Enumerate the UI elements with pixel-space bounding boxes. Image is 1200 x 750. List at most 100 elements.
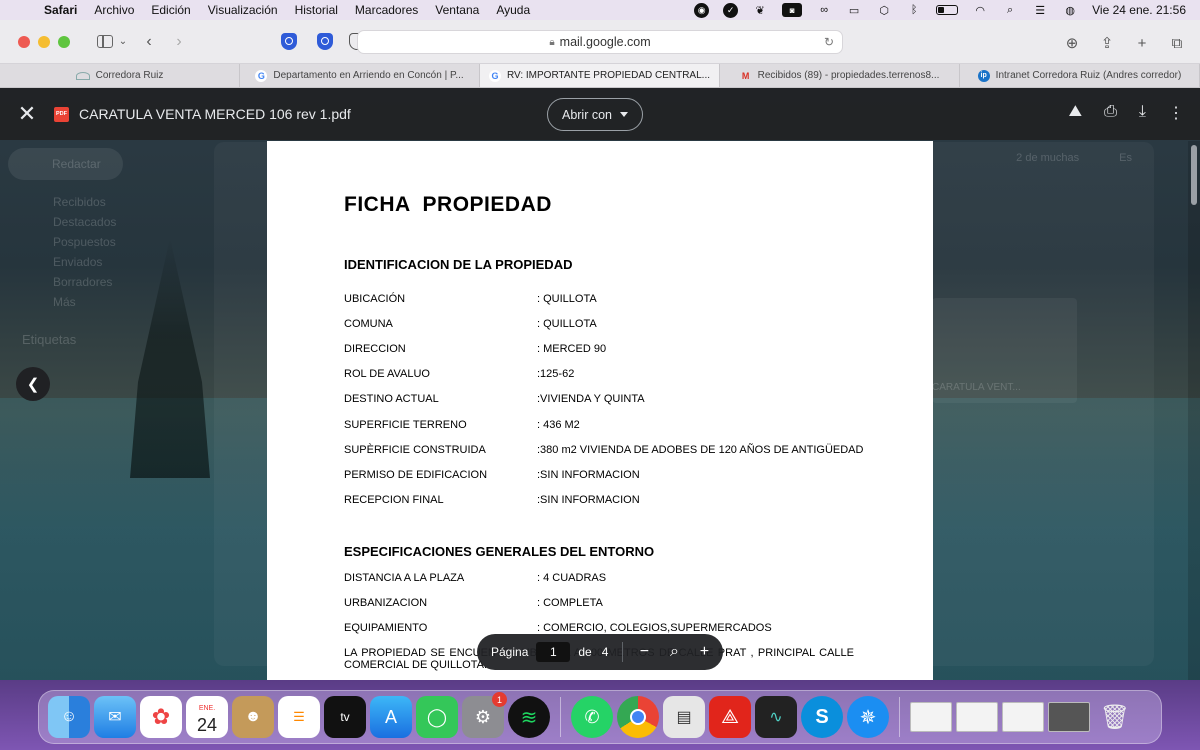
downloads-icon[interactable]: ⊕ bbox=[1061, 32, 1083, 54]
dock-divider bbox=[899, 697, 900, 737]
fullscreen-window-button[interactable] bbox=[58, 35, 70, 48]
menu-historial[interactable]: Historial bbox=[295, 3, 338, 17]
contacts-icon[interactable]: ☻ bbox=[232, 696, 274, 738]
add-to-drive-icon[interactable]: ⛰︎ bbox=[1069, 103, 1082, 123]
trash-icon[interactable]: 🗑︎ bbox=[1094, 696, 1136, 738]
tab-rv-importante[interactable]: G RV: IMPORTANTE PROPIEDAD CENTRAL... bbox=[480, 64, 720, 87]
safari-icon[interactable]: ✵ bbox=[847, 696, 889, 738]
status-shield-icon[interactable]: ◉ bbox=[694, 2, 710, 18]
tab-recibidos[interactable]: M Recibidos (89) - propiedades.terrenos8.… bbox=[720, 64, 960, 87]
page-label: Página bbox=[491, 645, 529, 659]
battery-icon[interactable] bbox=[936, 5, 959, 15]
reload-icon[interactable]: ↻ bbox=[824, 35, 834, 49]
status-briefcase-icon[interactable]: ▭ bbox=[846, 3, 862, 17]
tab-intranet[interactable]: ip Intranet Corredora Ruiz (Andres corred… bbox=[960, 64, 1200, 87]
more-options-icon[interactable]: ⋮ bbox=[1168, 103, 1184, 123]
download-icon[interactable]: ⤓ bbox=[1139, 103, 1146, 123]
row-value: : QUILLOTA bbox=[537, 318, 597, 330]
row-key: UBICACIÓN bbox=[344, 293, 406, 305]
spotify-icon[interactable]: ≋ bbox=[508, 696, 550, 738]
print-icon[interactable]: ⎙ bbox=[1104, 103, 1117, 123]
tab-departamento[interactable]: G Departamento en Arriendo en Concón | P.… bbox=[240, 64, 480, 87]
status-paw-icon[interactable]: ❦ bbox=[752, 3, 768, 17]
status-creative-cloud-icon[interactable]: ∞ bbox=[816, 3, 832, 17]
extension-shield-2-button[interactable] bbox=[314, 31, 336, 53]
recent-window-thumbnail[interactable] bbox=[956, 702, 998, 732]
attachment-name: CARATULA VENT... bbox=[932, 382, 1021, 393]
menu-visualizacion[interactable]: Visualización bbox=[208, 3, 278, 17]
bluetooth-icon[interactable]: ᛒ bbox=[906, 3, 922, 17]
data-row: SUPERFICIE TERRENO: 436 M2 bbox=[344, 419, 904, 433]
dock-divider bbox=[560, 697, 561, 737]
address-bar[interactable]: 🔒︎ mail.google.com ↻ bbox=[357, 30, 843, 54]
tab-group-chevron-icon[interactable]: ⌄ bbox=[116, 31, 130, 53]
folder-sent: Enviados bbox=[53, 255, 103, 269]
close-viewer-icon[interactable]: ✕ bbox=[0, 101, 54, 127]
system-settings-icon[interactable]: ⚙ 1 bbox=[462, 692, 507, 738]
app-store-icon[interactable]: A bbox=[370, 696, 412, 738]
row-value: :SIN INFORMACION bbox=[537, 469, 640, 481]
minimize-window-button[interactable] bbox=[38, 35, 50, 48]
extension-shield-button[interactable] bbox=[278, 31, 300, 53]
data-row: RECEPCION FINAL:SIN INFORMACION bbox=[344, 494, 904, 508]
mail-icon[interactable]: ✉ bbox=[94, 696, 136, 738]
open-with-button[interactable]: Abrir con bbox=[547, 98, 643, 131]
close-window-button[interactable] bbox=[18, 35, 30, 48]
menu-app-name[interactable]: Safari bbox=[44, 3, 77, 17]
zoom-out-icon[interactable]: − bbox=[635, 643, 653, 661]
whatsapp-icon[interactable]: ✆ bbox=[571, 696, 613, 738]
finder-icon[interactable]: ☺ bbox=[48, 696, 90, 738]
wifi-icon[interactable]: ◠ bbox=[972, 3, 988, 17]
divider bbox=[622, 642, 624, 662]
back-button[interactable]: ‹ bbox=[138, 31, 160, 53]
messages-icon[interactable]: ◯ bbox=[416, 696, 458, 738]
menu-marcadores[interactable]: Marcadores bbox=[355, 3, 418, 17]
status-check-icon[interactable]: ✓ bbox=[723, 2, 739, 18]
pagination-text: 2 de muchas bbox=[1016, 152, 1080, 164]
folder-snoozed: Pospuestos bbox=[53, 235, 116, 249]
control-center-icon[interactable]: ☰ bbox=[1032, 3, 1048, 17]
new-tab-icon[interactable]: + bbox=[1131, 32, 1153, 54]
share-icon[interactable]: ⇪ bbox=[1096, 32, 1118, 54]
data-row: DISTANCIA A LA PLAZA: 4 CUADRAS bbox=[344, 572, 904, 586]
row-key: DESTINO ACTUAL bbox=[344, 393, 439, 405]
skype-icon[interactable]: S bbox=[801, 696, 843, 738]
tab-label: Intranet Corredora Ruiz (Andres corredor… bbox=[995, 70, 1182, 81]
chrome-icon[interactable] bbox=[617, 696, 659, 738]
tab-corredora-ruiz[interactable]: Corredora Ruiz bbox=[0, 64, 240, 87]
menu-archivo[interactable]: Archivo bbox=[94, 3, 134, 17]
reminders-icon[interactable]: ☰ bbox=[278, 696, 320, 738]
acrobat-icon[interactable]: ⟁ bbox=[709, 696, 751, 738]
scrollbar-thumb[interactable] bbox=[1191, 145, 1197, 205]
menu-ayuda[interactable]: Ayuda bbox=[496, 3, 530, 17]
row-key: SUPERFICIE TERRENO bbox=[344, 419, 467, 431]
status-camera-icon[interactable]: ◙ bbox=[782, 3, 803, 17]
audio-app-icon[interactable]: ∿ bbox=[755, 696, 797, 738]
zoom-in-icon[interactable]: + bbox=[695, 643, 713, 661]
page-total: 4 bbox=[601, 645, 609, 659]
recent-window-thumbnail[interactable] bbox=[910, 702, 952, 732]
tab-overview-icon[interactable]: ⧉ bbox=[1166, 32, 1188, 54]
siri-icon[interactable]: ◍ bbox=[1062, 3, 1078, 17]
data-row: ROL DE AVALUO:125-62 bbox=[344, 368, 904, 382]
menu-ventana[interactable]: Ventana bbox=[435, 3, 479, 17]
recent-window-thumbnail[interactable] bbox=[1048, 702, 1090, 732]
row-value: : QUILLOTA bbox=[537, 293, 597, 305]
viewer-actions: ⛰︎ ⎙ ⤓ ⋮ bbox=[1069, 103, 1184, 123]
apple-tv-icon[interactable]: tv bbox=[324, 696, 366, 738]
photos-icon[interactable]: ✿ bbox=[140, 696, 182, 738]
menu-edicion[interactable]: Edición bbox=[151, 3, 190, 17]
calendar-icon[interactable]: ENE. 24 bbox=[186, 696, 228, 738]
recent-window-thumbnail[interactable] bbox=[1002, 702, 1044, 732]
clock[interactable]: Vie 24 ene. 21:56 bbox=[1092, 3, 1186, 17]
preview-icon[interactable]: ▤ bbox=[663, 696, 705, 738]
forward-button[interactable]: › bbox=[168, 31, 190, 53]
viewer-scrollbar[interactable] bbox=[1188, 141, 1200, 680]
sidebar-toggle-button[interactable] bbox=[94, 31, 116, 53]
status-vpn-icon[interactable]: ⬡ bbox=[876, 3, 892, 17]
tab-bar: Corredora Ruiz G Departamento en Arriendo… bbox=[0, 64, 1200, 88]
page-number-input[interactable]: 1 bbox=[536, 642, 571, 662]
previous-file-button[interactable]: ❮ bbox=[16, 367, 50, 401]
zoom-fit-icon[interactable]: ⌕ bbox=[665, 643, 683, 661]
spotlight-search-icon[interactable]: ⌕ bbox=[1002, 3, 1018, 17]
